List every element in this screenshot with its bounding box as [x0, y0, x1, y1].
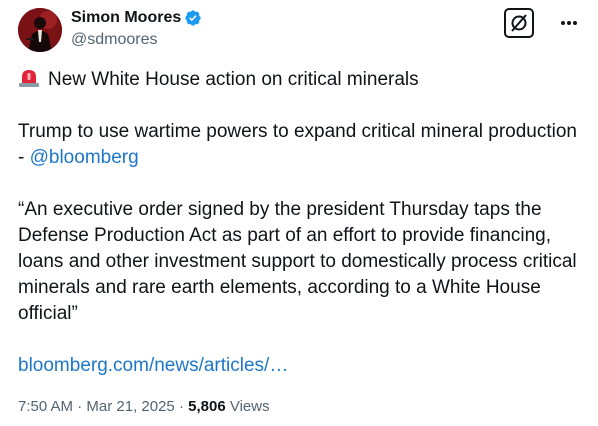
verified-badge-icon [185, 10, 201, 26]
meta-separator: · [73, 398, 87, 415]
article-link[interactable]: bloomberg.com/news/articles/… [18, 355, 288, 376]
quote-paragraph: “An executive order signed by the presid… [18, 199, 577, 324]
tweet-header: Simon Moores @sdmoores [18, 8, 580, 52]
headline-line: New White House action on critical miner… [18, 67, 584, 93]
siren-emoji-icon [19, 70, 39, 87]
handle[interactable]: @sdmoores [71, 31, 202, 49]
tweet-text: New White House action on critical miner… [18, 67, 584, 405]
display-name[interactable]: Simon Moores [71, 9, 181, 27]
display-name-row: Simon Moores [71, 8, 202, 28]
meta-separator-2: · [174, 398, 189, 415]
tweet-meta: 7:50 AM · Mar 21, 2025 · 5,806 Views [18, 398, 270, 415]
summary-line: Trump to use wartime powers to expand cr… [18, 119, 584, 171]
mention-link[interactable]: @bloomberg [30, 147, 139, 168]
headline-text: New White House action on critical miner… [48, 69, 419, 90]
more-button[interactable] [558, 12, 580, 34]
timestamp-time[interactable]: 7:50 AM [18, 398, 73, 415]
more-dots-icon [561, 21, 577, 25]
grok-icon [511, 14, 527, 32]
article-link-line: bloomberg.com/news/articles/… [18, 353, 584, 379]
timestamp-date[interactable]: Mar 21, 2025 [86, 398, 174, 415]
author-names: Simon Moores @sdmoores [71, 8, 202, 49]
views-label: Views [225, 398, 270, 415]
avatar-photo-icon [18, 8, 62, 52]
views-count: 5,806 [188, 398, 226, 415]
grok-button[interactable] [504, 8, 534, 38]
avatar[interactable] [18, 8, 62, 52]
